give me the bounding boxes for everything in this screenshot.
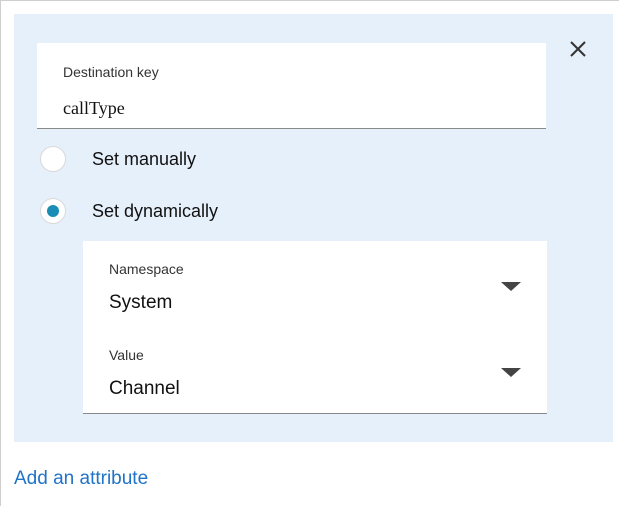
- namespace-value: System: [109, 292, 173, 313]
- set-manually-option[interactable]: Set manually: [40, 144, 196, 174]
- value-select[interactable]: Value Channel: [83, 327, 547, 414]
- top-border: [0, 0, 619, 1]
- destination-key-label: Destination key: [63, 64, 159, 80]
- value-value: Channel: [109, 378, 180, 399]
- set-manually-radio[interactable]: [40, 146, 66, 172]
- close-icon[interactable]: [565, 36, 591, 62]
- set-dynamically-option[interactable]: Set dynamically: [40, 196, 218, 226]
- left-border: [0, 0, 1, 506]
- namespace-label: Namespace: [109, 261, 184, 277]
- caret-down-icon[interactable]: [501, 282, 521, 291]
- destination-key-value[interactable]: callType: [63, 98, 125, 119]
- value-label: Value: [109, 347, 144, 363]
- attribute-editor: Destination key callType Set manually Se…: [0, 0, 619, 506]
- set-manually-label: Set manually: [92, 148, 197, 169]
- caret-down-icon[interactable]: [501, 368, 521, 377]
- destination-key-field[interactable]: Destination key callType: [37, 43, 546, 129]
- set-dynamically-label: Set dynamically: [92, 200, 219, 221]
- set-dynamically-radio[interactable]: [40, 198, 66, 224]
- add-attribute-link[interactable]: Add an attribute: [14, 468, 148, 490]
- namespace-select[interactable]: Namespace System: [83, 241, 547, 328]
